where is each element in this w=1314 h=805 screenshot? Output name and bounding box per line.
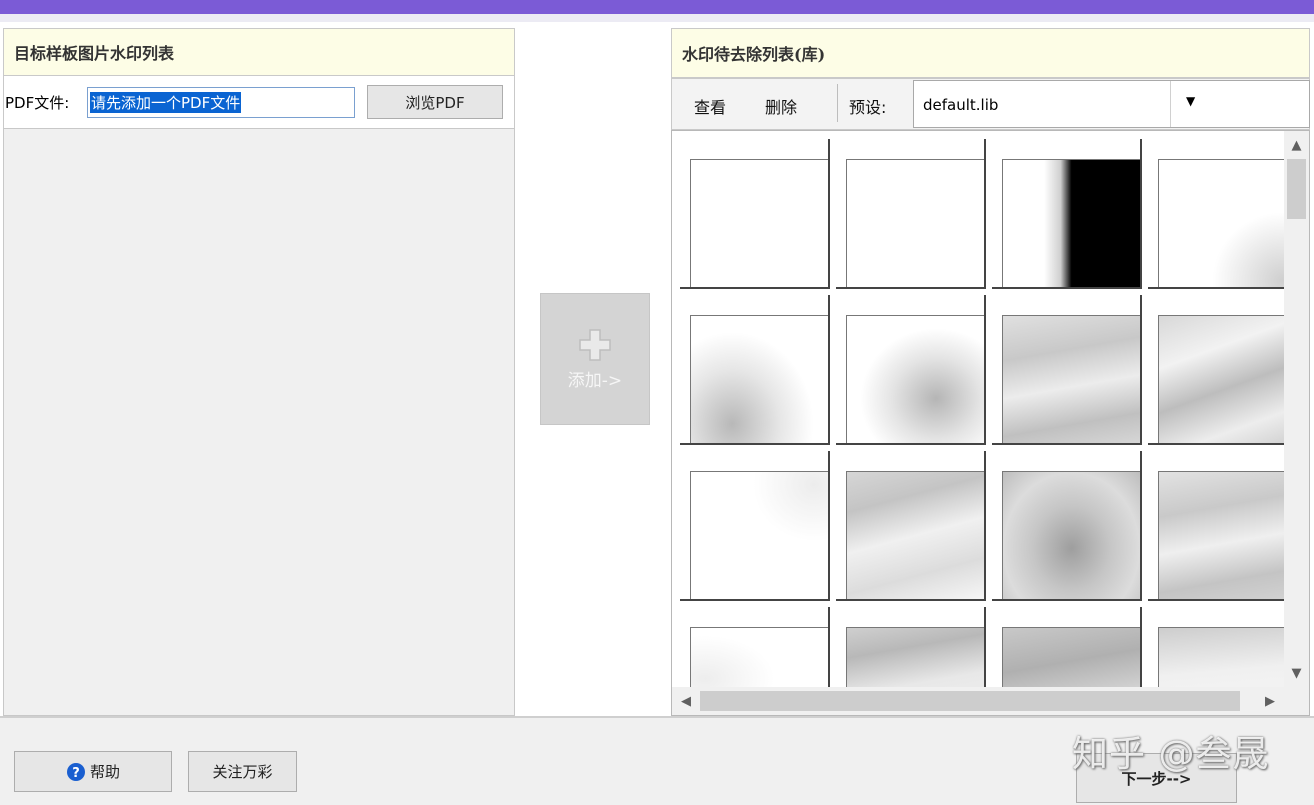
preset-value: default.lib xyxy=(923,96,999,114)
watermark-thumbnail[interactable] xyxy=(1148,451,1298,601)
watermark-thumbnail[interactable] xyxy=(992,451,1142,601)
watermark-thumbnail[interactable] xyxy=(836,295,986,445)
delete-button[interactable]: 删除 xyxy=(765,94,797,118)
watermark-thumbnail[interactable] xyxy=(992,295,1142,445)
chevron-down-icon[interactable]: ▼ xyxy=(1186,94,1195,108)
help-button-label: 帮助 xyxy=(89,763,120,781)
pdf-file-input-text: 请先添加一个PDF文件 xyxy=(90,92,242,113)
template-watermark-list[interactable] xyxy=(3,128,515,716)
right-panel-title: 水印待去除列表(库) xyxy=(682,45,826,64)
left-panel-title: 目标样板图片水印列表 xyxy=(14,44,175,63)
scroll-up-icon[interactable]: ▲ xyxy=(1284,133,1309,157)
pdf-file-input[interactable]: 请先添加一个PDF文件 xyxy=(87,87,355,118)
add-button-label: 添加-> xyxy=(567,370,623,391)
view-button[interactable]: 查看 xyxy=(694,94,726,118)
watermark-thumbnail[interactable] xyxy=(1148,295,1298,445)
plus-icon xyxy=(579,328,611,361)
title-bar-separator xyxy=(0,14,1314,22)
preset-label: 预设: xyxy=(849,98,887,117)
pdf-file-label: PDF文件: xyxy=(5,94,70,112)
preset-select-divider xyxy=(1170,81,1171,127)
window-title-bar xyxy=(0,0,1314,14)
add-to-library-button[interactable]: 添加-> xyxy=(540,293,650,425)
watermark-thumbnail-grid: ▲ ▼ ◀ ▶ xyxy=(671,130,1310,716)
watermark-thumbnail[interactable] xyxy=(680,295,830,445)
svg-text:?: ? xyxy=(72,766,80,781)
scroll-right-icon[interactable]: ▶ xyxy=(1258,689,1282,713)
watermark-thumbnail[interactable] xyxy=(680,139,830,289)
left-panel-header: 目标样板图片水印列表 xyxy=(3,28,515,76)
help-button[interactable]: ? 帮助 xyxy=(14,751,172,792)
watermark-thumbnail[interactable] xyxy=(836,139,986,289)
toolbar-divider xyxy=(837,84,838,122)
watermark-thumbnail[interactable] xyxy=(1148,139,1298,289)
horizontal-scrollbar-thumb[interactable] xyxy=(700,691,1240,711)
vertical-scrollbar-thumb[interactable] xyxy=(1287,159,1306,219)
scroll-left-icon[interactable]: ◀ xyxy=(674,689,698,713)
browse-pdf-button[interactable]: 浏览PDF xyxy=(367,85,503,119)
watermark-thumbnail[interactable] xyxy=(836,451,986,601)
watermark-thumbnail[interactable] xyxy=(680,451,830,601)
right-panel-header: 水印待去除列表(库) xyxy=(671,28,1310,78)
zhihu-watermark: 知乎 @叁晟 xyxy=(1072,734,1270,775)
follow-wancai-button[interactable]: 关注万彩 xyxy=(188,751,297,792)
question-circle-icon: ? xyxy=(66,762,85,781)
scrollbar-corner xyxy=(1284,687,1309,715)
scroll-down-icon[interactable]: ▼ xyxy=(1284,661,1309,685)
watermark-thumbnail[interactable] xyxy=(992,139,1142,289)
